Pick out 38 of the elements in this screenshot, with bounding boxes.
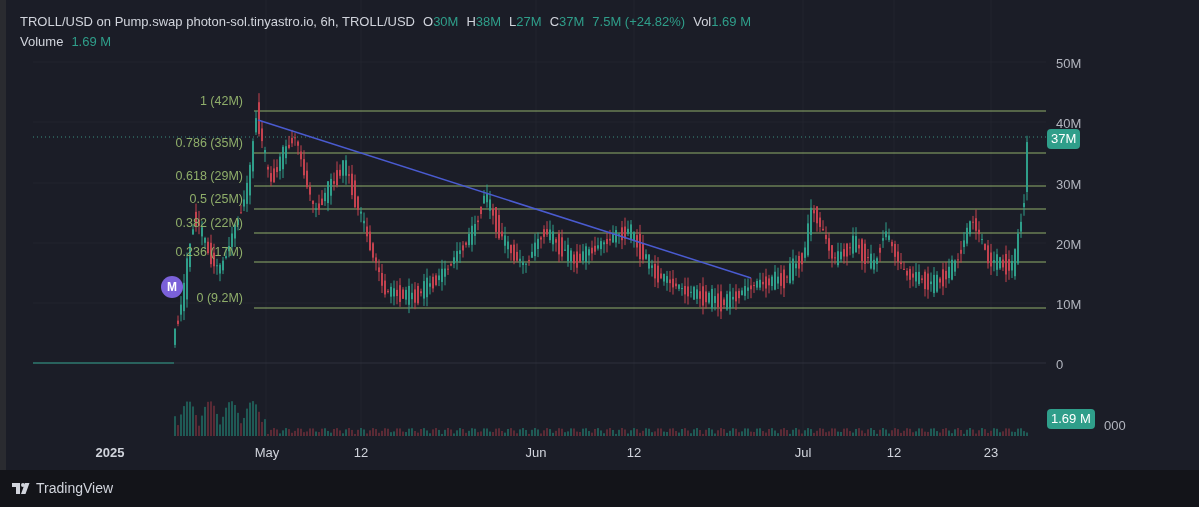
- ohlc-label: C: [549, 13, 560, 31]
- axis-label: 2025: [95, 444, 125, 462]
- volume-value: 1.69 M: [711, 13, 751, 31]
- logo-icon: [12, 483, 32, 494]
- axis-label: 12: [886, 444, 902, 462]
- volume-label: Vol: [693, 13, 712, 31]
- price-badge: 37M: [1047, 129, 1081, 149]
- volume-label: Volume: [20, 33, 64, 51]
- axis-label: 30M: [1056, 176, 1082, 194]
- fib-level-label: 0 (9.2M): [196, 290, 243, 307]
- ohlc-value: 38M: [475, 13, 502, 31]
- fib-level-label: 0.618 (29M): [175, 168, 243, 185]
- brand-name: TradingView: [36, 479, 114, 498]
- axis-label: 0: [1056, 356, 1064, 374]
- ohlc-value: 37M: [559, 13, 585, 31]
- axis-label: May: [254, 444, 280, 462]
- axis-label: 20M: [1056, 236, 1082, 254]
- axis-label: 23: [983, 444, 999, 462]
- symbol-title: TROLL/USD on Pump.swap photon-sol.tinyastro.io, 6h, TROLL/USD: [20, 13, 415, 31]
- volume-badge: 1.69 M: [1047, 409, 1095, 429]
- axis-label: 10M: [1056, 296, 1082, 314]
- axis-label: 50M: [1056, 55, 1082, 73]
- ohlc-label: O: [423, 13, 434, 31]
- ohlc-label: H: [466, 13, 476, 31]
- axis-label: Jul: [794, 444, 812, 462]
- event-marker[interactable]: M: [161, 276, 183, 298]
- axis-label: 000: [1104, 417, 1126, 435]
- fib-level-label: 0.5 (25M): [189, 191, 243, 208]
- volume-value: 1.69 M: [71, 33, 112, 51]
- axis-label: Jun: [525, 444, 547, 462]
- change-value: 7.5M (+24.82%): [592, 13, 686, 31]
- fib-level-label: 1 (42M): [199, 93, 243, 110]
- axis-label: 12: [626, 444, 642, 462]
- ohlc-label: L: [509, 13, 517, 31]
- fib-level-label: 0.786 (35M): [175, 135, 243, 152]
- ohlc-value: 27M: [516, 13, 542, 31]
- axis-label: 12: [353, 444, 369, 462]
- ohlc-value: 30M: [433, 13, 459, 31]
